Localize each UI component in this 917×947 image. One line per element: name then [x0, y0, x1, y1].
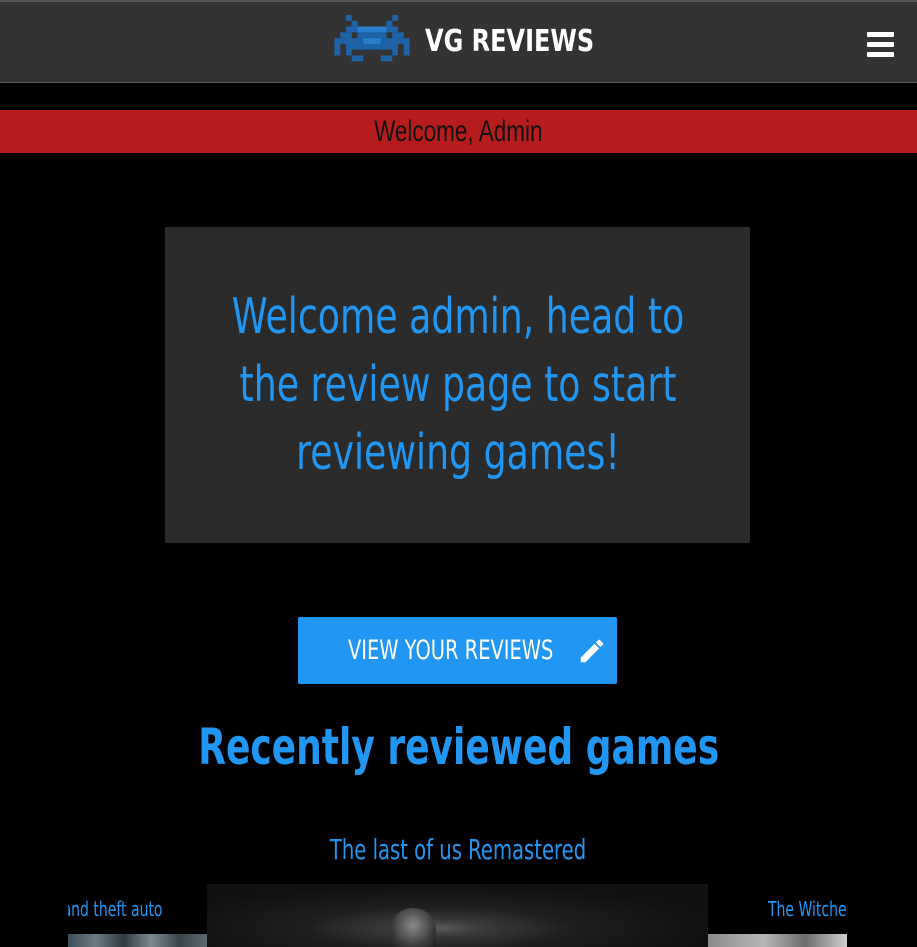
carousel-prev-title[interactable]: Grand theft auto: [68, 896, 208, 922]
recently-reviewed-heading: Recently reviewed games: [0, 712, 917, 782]
welcome-panel: Welcome admin, head to the review page t…: [165, 227, 750, 543]
view-reviews-button[interactable]: VIEW YOUR REVIEWS: [298, 617, 617, 684]
game-cover-figure: [390, 908, 436, 947]
carousel-prev-image[interactable]: [68, 934, 207, 947]
welcome-banner-text: Welcome, Admin: [374, 114, 543, 148]
carousel-current-image[interactable]: [207, 884, 708, 947]
carousel-next-title-text[interactable]: The Witcher: [768, 896, 848, 922]
pencil-icon: [580, 639, 604, 662]
welcome-banner: Welcome, Admin: [0, 110, 917, 153]
brand-title[interactable]: VG REVIEWS: [425, 24, 594, 59]
carousel-current-title-text[interactable]: The last of us Remastered: [330, 830, 586, 870]
menu-bar: [867, 42, 894, 47]
brand-logo-link[interactable]: VG REVIEWS: [333, 13, 636, 69]
navbar: VG REVIEWS: [0, 0, 917, 83]
carousel-next-title[interactable]: The Witcher: [768, 896, 848, 922]
space-invader-icon: [334, 15, 410, 62]
welcome-message: Welcome admin, head to the review page t…: [231, 288, 684, 481]
recently-reviewed-title: Recently reviewed games: [198, 718, 719, 776]
carousel-prev-title-text[interactable]: Grand theft auto: [68, 896, 163, 922]
menu-bar: [867, 32, 894, 37]
carousel-current-title[interactable]: The last of us Remastered: [0, 830, 917, 870]
view-reviews-label[interactable]: VIEW YOUR REVIEWS: [348, 635, 553, 666]
carousel-next-image[interactable]: [708, 934, 847, 947]
menu-bar: [867, 52, 894, 57]
hamburger-menu-icon[interactable]: [867, 32, 894, 57]
